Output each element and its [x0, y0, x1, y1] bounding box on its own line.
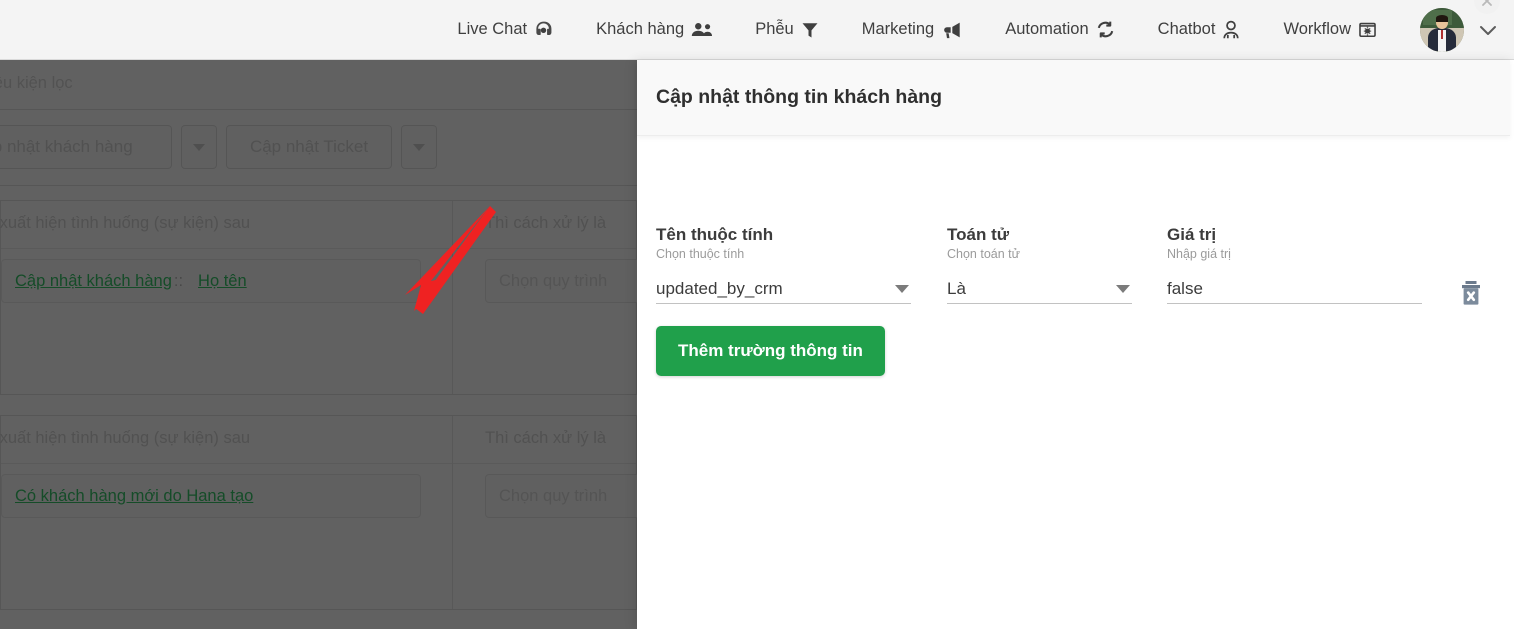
process-placeholder: Chọn quy trình: [499, 486, 608, 505]
action-button-row: ập nhật khách hàng Cập nhật Ticket: [0, 111, 637, 186]
update-ticket-dropdown[interactable]: [401, 125, 437, 169]
funnel-icon: [801, 21, 819, 39]
avatar-tie: [1440, 30, 1444, 40]
nav-khach-hang[interactable]: Khách hàng: [596, 20, 713, 39]
attribute-name-value: updated_by_crm: [656, 278, 783, 298]
nav-chatbot[interactable]: Chatbot: [1158, 20, 1241, 39]
operator-select[interactable]: Là: [947, 274, 1132, 304]
card-header: lếu xuất hiện tình huống (sự kiện) sau T…: [0, 201, 636, 249]
process-select[interactable]: Chọn quy trình: [485, 474, 637, 518]
field-value: Giá trị Nhập giá trị: [1167, 224, 1422, 304]
filter-bar: on điều kiện lọc: [0, 60, 637, 110]
update-customer-label: ập nhật khách hàng: [0, 137, 133, 156]
nav-automation[interactable]: Automation: [1005, 20, 1114, 39]
field-operator-sublabel: Chọn toán tử: [947, 247, 1020, 261]
field-value-label: Giá trị: [1167, 225, 1217, 244]
trigger-secondary-link[interactable]: Họ tên: [198, 272, 247, 291]
filter-bar-label: on điều kiện lọc: [0, 74, 73, 92]
nav-chatbot-label: Chatbot: [1157, 20, 1216, 38]
process-placeholder: Chọn quy trình: [499, 271, 608, 290]
field-operator: Toán tử Chọn toán tử Là: [947, 224, 1132, 304]
caret-down-icon: [193, 143, 205, 151]
caret-down-icon: [895, 284, 909, 293]
operator-value: Là: [947, 278, 966, 298]
background-content: on điều kiện lọc ập nhật khách hàng Cập …: [0, 60, 637, 629]
automation-rule-card: lếu xuất hiện tình huống (sự kiện) sau T…: [0, 200, 637, 395]
update-customer-dropdown[interactable]: [181, 125, 217, 169]
trigger-primary-link[interactable]: Cập nhật khách hàng: [15, 272, 172, 291]
dimmed-background-app: on điều kiện lọc ập nhật khách hàng Cập …: [0, 60, 637, 629]
nav-pheu-label: Phễu: [755, 20, 794, 38]
nav-workflow[interactable]: Workflow: [1283, 20, 1377, 39]
field-attribute-name: Tên thuộc tính Chọn thuộc tính updated_b…: [656, 224, 911, 304]
trigger-chip[interactable]: Có khách hàng mới do Hana tạo: [1, 474, 421, 518]
nav-live-chat-label: Live Chat: [457, 20, 528, 38]
refresh-icon: [1096, 20, 1115, 39]
card-column-divider: [452, 416, 453, 609]
trigger-chip[interactable]: Cập nhật khách hàng :: Họ tên: [1, 259, 421, 303]
top-navigation-bar: Live Chat Khách hàng Phễu Marketing Auto…: [0, 0, 1514, 60]
avatar[interactable]: [1420, 7, 1464, 52]
megaphone-icon: [941, 21, 962, 39]
value-input-wrap[interactable]: [1167, 274, 1422, 304]
customer-update-panel: Cập nhật thông tin khách hàng Tên thuộc …: [637, 60, 1514, 629]
card-trigger-heading: lếu xuất hiện tình huống (sự kiện) sau: [0, 429, 251, 447]
update-customer-button[interactable]: ập nhật khách hàng: [0, 125, 172, 169]
nav-workflow-label: Workflow: [1283, 20, 1351, 38]
add-field-button[interactable]: Thêm trường thông tin: [656, 326, 885, 376]
avatar-hair: [1435, 14, 1449, 22]
value-input[interactable]: [1167, 278, 1422, 299]
field-attribute-label: Tên thuộc tính: [656, 225, 774, 244]
update-ticket-button[interactable]: Cập nhật Ticket: [226, 125, 392, 169]
trigger-separator: ::: [173, 271, 184, 290]
caret-down-icon: [1116, 284, 1130, 293]
nav-automation-label: Automation: [1005, 20, 1089, 38]
card-header: lếu xuất hiện tình huống (sự kiện) sau T…: [0, 416, 636, 464]
nav-khach-hang-label: Khách hàng: [596, 20, 685, 38]
caret-down-icon: [413, 143, 425, 151]
delete-condition-button[interactable]: [1456, 280, 1486, 310]
field-attribute-sublabel: Chọn thuộc tính: [656, 247, 745, 261]
card-trigger-heading: lếu xuất hiện tình huống (sự kiện) sau: [0, 214, 251, 232]
panel-header: Cập nhật thông tin khách hàng: [637, 60, 1510, 136]
users-icon: [691, 21, 713, 38]
update-ticket-label: Cập nhật Ticket: [249, 137, 369, 156]
panel-title: Cập nhật thông tin khách hàng: [656, 86, 942, 108]
field-value-sublabel: Nhập giá trị: [1167, 247, 1231, 261]
automation-rule-card: lếu xuất hiện tình huống (sự kiện) sau T…: [0, 415, 637, 610]
robot-icon: [1222, 20, 1240, 39]
trigger-primary-link[interactable]: Có khách hàng mới do Hana tạo: [15, 487, 253, 506]
screen: Live Chat Khách hàng Phễu Marketing Auto…: [0, 0, 1514, 629]
trash-x-icon: [1459, 280, 1483, 311]
nav-live-chat[interactable]: Live Chat: [457, 20, 553, 39]
annotation-arrow: [395, 195, 515, 325]
attribute-name-select[interactable]: updated_by_crm: [656, 274, 911, 304]
nav-pheu[interactable]: Phễu: [755, 20, 819, 39]
card-action-heading: Thì cách xử lý là: [485, 429, 607, 447]
close-icon[interactable]: [1474, 0, 1500, 14]
nav-marketing-label: Marketing: [861, 20, 935, 38]
panel-body: Tên thuộc tính Chọn thuộc tính updated_b…: [637, 136, 1514, 629]
field-operator-label: Toán tử: [947, 225, 1010, 244]
workflow-gear-icon: [1358, 20, 1377, 39]
nav-marketing[interactable]: Marketing: [862, 20, 962, 39]
headset-icon: [534, 20, 553, 39]
chevron-down-icon[interactable]: [1476, 18, 1500, 42]
